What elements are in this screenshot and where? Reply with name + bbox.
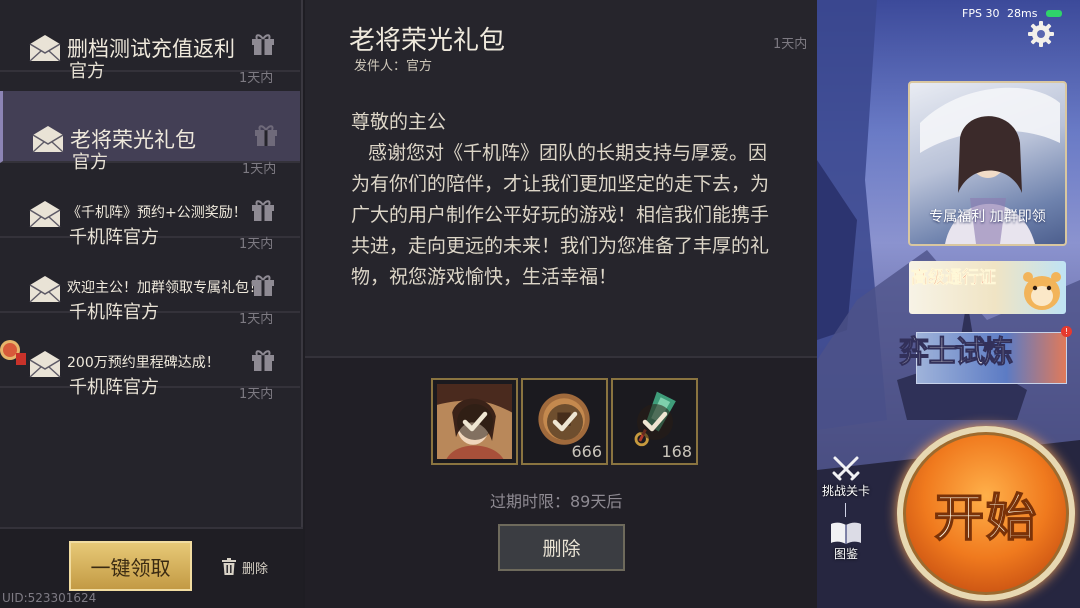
delete-read-button[interactable]: 删除 [221, 556, 268, 578]
claimed-check-icon [547, 404, 583, 440]
new-alert-badge-icon: ! [1061, 326, 1072, 337]
mail-greeting: 尊敬的主公 [351, 111, 447, 133]
envelope-icon [29, 351, 61, 378]
expiry-label: 过期时限：89天后 [490, 492, 623, 511]
signal-indicator-icon [1046, 10, 1062, 17]
envelope-icon [29, 276, 61, 303]
delete-mail-button[interactable]: 删除 [498, 524, 625, 571]
mail-age: 1天内 [773, 37, 808, 52]
mail-item[interactable]: 老将荣光礼包 官方 1天内 [0, 91, 300, 177]
user-id-label: UID:523301624 [2, 591, 97, 605]
envelope-icon [29, 35, 61, 62]
mail-age: 1天内 [239, 71, 274, 86]
delete-read-label: 删除 [242, 561, 269, 577]
welfare-group-card[interactable]: 专属福利 加群即领 [908, 81, 1067, 246]
premium-pass-label: 高级通行证 [911, 268, 997, 289]
envelope-icon [29, 201, 61, 228]
codex-button[interactable]: 图鉴 [824, 519, 868, 565]
claim-all-button[interactable]: 一键领取 [69, 541, 192, 591]
attachment-quantity: 168 [661, 442, 692, 461]
mail-item[interactable]: 《千机阵》预约+公测奖励！ 千机阵官方 1天内 [0, 166, 300, 252]
mail-age: 1天内 [239, 387, 274, 402]
start-game-button[interactable]: 开始 [897, 426, 1075, 601]
mail-item[interactable]: 删档测试充值返利 官方 1天内 [0, 0, 300, 86]
mail-item[interactable]: 欢迎主公！加群领取专属礼包！ 千机阵官方 1天内 [0, 241, 300, 327]
gift-box-icon [252, 200, 274, 221]
claimed-check-icon [457, 404, 493, 440]
open-book-icon [831, 522, 861, 544]
mail-subject: 《千机阵》预约+公测奖励！ [67, 205, 247, 221]
gift-box-icon [252, 275, 274, 296]
lucky-cat-avatar-icon [0, 340, 26, 365]
fps-readout: FPS 30 [962, 7, 1000, 20]
crossed-swords-icon [832, 456, 860, 481]
attachment-quantity: 666 [571, 442, 602, 461]
gift-box-icon [252, 34, 274, 55]
ping-readout: 28ms [1007, 7, 1038, 20]
welfare-label: 专属福利 加群即领 [929, 209, 1046, 225]
attachment-slot-coin[interactable]: 666 [521, 378, 608, 465]
claimed-check-icon [637, 404, 673, 440]
mail-sender: 发件人：官方 [354, 59, 433, 74]
mail-item[interactable]: 200万预约里程碑达成！ 千机阵官方 1天内 [0, 316, 300, 402]
mail-sender-name: 官方 [69, 61, 105, 82]
mail-subject: 200万预约里程碑达成！ [67, 355, 220, 371]
challenge-stage-button[interactable]: 挑战关卡 [818, 455, 874, 503]
start-label: 开始 [933, 488, 1038, 548]
divider [845, 503, 846, 517]
attachment-slot-token[interactable]: 168 [611, 378, 698, 465]
envelope-icon [32, 126, 64, 153]
mail-sender-name: 千机阵官方 [69, 377, 159, 398]
premium-pass-banner[interactable]: 高级通行证 [909, 261, 1066, 314]
codex-label: 图鉴 [833, 547, 858, 561]
trial-event-banner[interactable]: 弈士试炼 [899, 325, 1067, 387]
attachment-slot-hero[interactable] [431, 378, 518, 465]
challenge-stage-label: 挑战关卡 [821, 484, 870, 498]
mail-title: 老将荣光礼包 [349, 26, 506, 56]
mail-subject: 欢迎主公！加群领取专属礼包！ [67, 280, 263, 296]
hamster-mascot-icon [1023, 272, 1061, 310]
gift-box-icon [252, 350, 274, 371]
gift-box-icon [255, 125, 277, 146]
mail-body: 感谢您对《千机阵》团队的长期支持与厚爱。因为有你们的陪伴，才让我们更加坚定的走下… [351, 142, 770, 288]
trash-icon [222, 558, 236, 575]
trial-event-label: 弈士试炼 [899, 335, 1014, 371]
gear-icon[interactable] [1027, 20, 1055, 48]
